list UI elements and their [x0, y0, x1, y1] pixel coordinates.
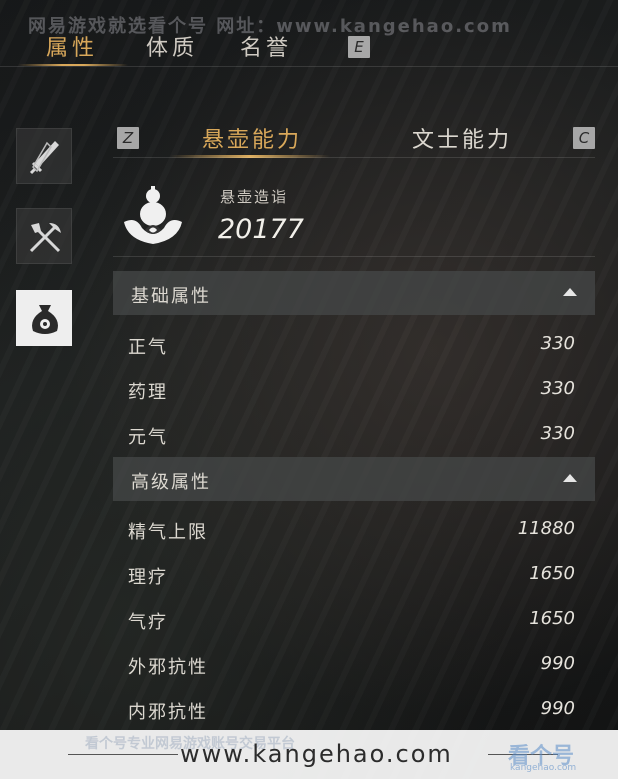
stat-name: 气疗 [128, 612, 168, 633]
stat-name: 正气 [128, 337, 168, 358]
collapse-arrow-icon[interactable] [563, 288, 577, 296]
stat-value: 330 [540, 378, 575, 399]
subtab-divider [113, 157, 595, 158]
tab-healer-ability[interactable]: 悬壶能力 [202, 122, 302, 154]
stat-row: 正气 330 [113, 325, 595, 365]
tab-scholar-ability[interactable]: 文士能力 [412, 122, 512, 154]
stat-value: 330 [540, 333, 575, 354]
top-tab-bar: 属性 体质 名誉 [0, 30, 618, 68]
stat-name: 理疗 [128, 567, 168, 588]
stat-name: 精气上限 [128, 522, 208, 543]
sidebar-item-medicine[interactable] [16, 290, 72, 346]
stat-row: 精气上限 11880 [113, 510, 595, 550]
watermark-footer: 看个号专业网易游戏账号交易平台 www.kangehao.com 看个号 kan… [0, 730, 618, 779]
tab-physique[interactable]: 体质 [146, 30, 198, 62]
key-hint-z[interactable]: Z [117, 127, 139, 149]
gourd-emblem-icon [124, 186, 182, 244]
section-header-basic[interactable]: 基础属性 [113, 271, 595, 315]
stat-name: 外邪抗性 [128, 657, 208, 678]
section-title: 高级属性 [131, 472, 211, 493]
skill-label: 悬壶造诣 [220, 188, 289, 206]
skill-value: 20177 [218, 214, 304, 245]
section-title: 基础属性 [131, 286, 211, 307]
footer-url: www.kangehao.com [180, 740, 453, 768]
stat-value: 990 [540, 698, 575, 719]
stat-row: 内邪抗性 990 [113, 690, 595, 730]
stat-row: 元气 330 [113, 415, 595, 455]
stat-value: 330 [540, 423, 575, 444]
skill-divider [113, 256, 595, 257]
collapse-arrow-icon[interactable] [563, 474, 577, 482]
sword-icon [29, 141, 59, 175]
stat-value: 1650 [529, 563, 575, 584]
key-hint-c[interactable]: C [573, 127, 595, 149]
stat-name: 药理 [128, 382, 168, 403]
stat-value: 990 [540, 653, 575, 674]
stat-name: 元气 [128, 427, 168, 448]
key-hint-e[interactable]: E [348, 36, 370, 58]
tab-attributes[interactable]: 属性 [46, 30, 98, 62]
stat-value: 1650 [529, 608, 575, 629]
stat-row: 药理 330 [113, 370, 595, 410]
sidebar-item-gathering[interactable] [16, 208, 72, 264]
sidebar-item-combat[interactable] [16, 128, 72, 184]
stat-row: 气疗 1650 [113, 600, 595, 640]
stat-row: 外邪抗性 990 [113, 645, 595, 685]
money-bag-icon [32, 305, 58, 334]
footer-logo-sub: kangehao.com [510, 763, 577, 773]
stat-row: 理疗 1650 [113, 555, 595, 595]
tab-reputation[interactable]: 名誉 [240, 30, 292, 62]
shovel-pickaxe-icon [29, 223, 61, 253]
stat-name: 内邪抗性 [128, 702, 208, 723]
top-divider [0, 66, 618, 67]
section-header-advanced[interactable]: 高级属性 [113, 457, 595, 501]
stat-value: 11880 [517, 518, 575, 539]
footer-line [68, 754, 178, 755]
